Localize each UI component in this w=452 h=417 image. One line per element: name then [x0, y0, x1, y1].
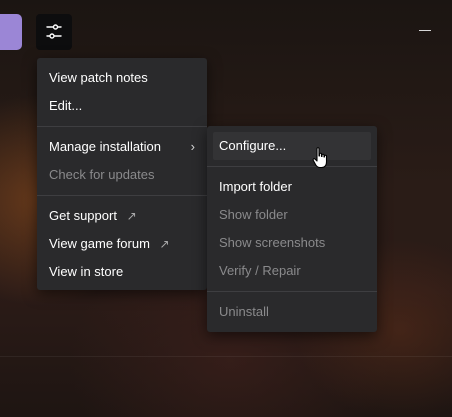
- chevron-right-icon: ›: [190, 139, 195, 154]
- menu-item-manage-installation[interactable]: Manage installation ›: [37, 133, 207, 161]
- menu-item-label: Manage installation: [49, 139, 162, 154]
- menu-item-label: Configure...: [219, 138, 287, 153]
- sliders-icon: [46, 24, 62, 39]
- menu-item-label: View patch notes: [49, 70, 148, 85]
- menu-item-label: Verify / Repair: [219, 263, 301, 278]
- menu-divider: [207, 291, 377, 292]
- menu-item-check-for-updates: Check for updates: [37, 161, 207, 189]
- game-options-menu: View patch notes Edit... Manage installa…: [37, 58, 207, 290]
- menu-item-view-patch-notes[interactable]: View patch notes: [37, 64, 207, 92]
- minimize-icon: [419, 29, 431, 31]
- submenu-item-configure[interactable]: Configure...: [213, 132, 371, 160]
- minimize-button[interactable]: [416, 22, 434, 38]
- menu-item-label: Import folder: [219, 179, 292, 194]
- submenu-item-import-folder[interactable]: Import folder: [207, 173, 377, 201]
- submenu-item-show-folder: Show folder: [207, 201, 377, 229]
- menu-item-label: View game forum: [49, 236, 150, 251]
- menu-divider: [37, 195, 207, 196]
- background-art: [0, 356, 452, 357]
- external-link-icon: ↗: [159, 237, 170, 251]
- submenu-item-uninstall: Uninstall: [207, 298, 377, 326]
- launch-button[interactable]: [0, 14, 22, 50]
- menu-divider: [37, 126, 207, 127]
- submenu-item-verify-repair: Verify / Repair: [207, 257, 377, 285]
- menu-item-view-in-store[interactable]: View in store: [37, 258, 207, 286]
- menu-item-get-support[interactable]: Get support ↗: [37, 202, 207, 230]
- manage-installation-submenu: Configure... Import folder Show folder S…: [207, 126, 377, 332]
- hand-pointer-icon: [312, 147, 328, 169]
- submenu-item-show-screenshots: Show screenshots: [207, 229, 377, 257]
- external-link-icon: ↗: [126, 209, 137, 223]
- menu-item-label: Get support: [49, 208, 117, 223]
- menu-item-label: Check for updates: [49, 167, 155, 182]
- settings-button[interactable]: [36, 14, 72, 50]
- menu-item-label: View in store: [49, 264, 124, 279]
- menu-item-label: Show folder: [219, 207, 288, 222]
- menu-divider: [207, 166, 377, 167]
- menu-item-edit[interactable]: Edit...: [37, 92, 207, 120]
- menu-item-label: Show screenshots: [219, 235, 326, 250]
- menu-item-label: Uninstall: [219, 304, 269, 319]
- menu-item-view-game-forum[interactable]: View game forum ↗: [37, 230, 207, 258]
- menu-item-label: Edit...: [49, 98, 83, 113]
